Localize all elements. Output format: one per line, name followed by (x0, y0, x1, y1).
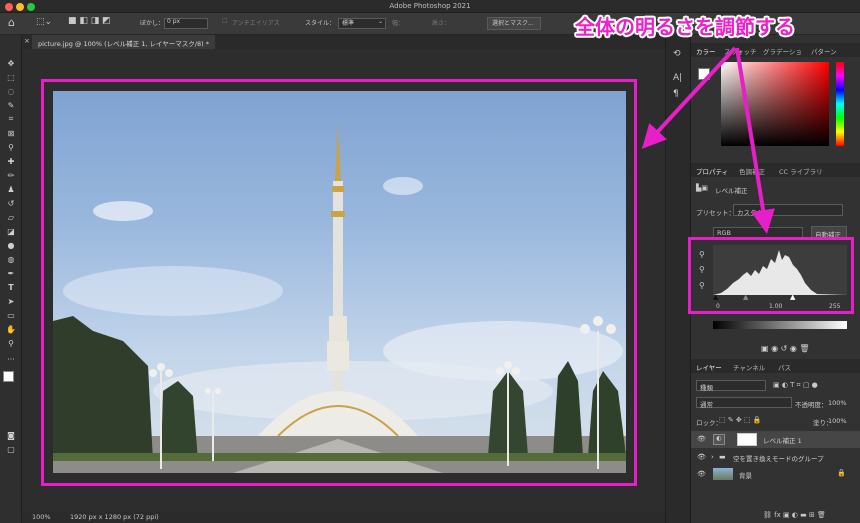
annotation-arrows (641, 46, 775, 234)
annotation-callout: 全体の明るさを調節する (575, 15, 795, 39)
